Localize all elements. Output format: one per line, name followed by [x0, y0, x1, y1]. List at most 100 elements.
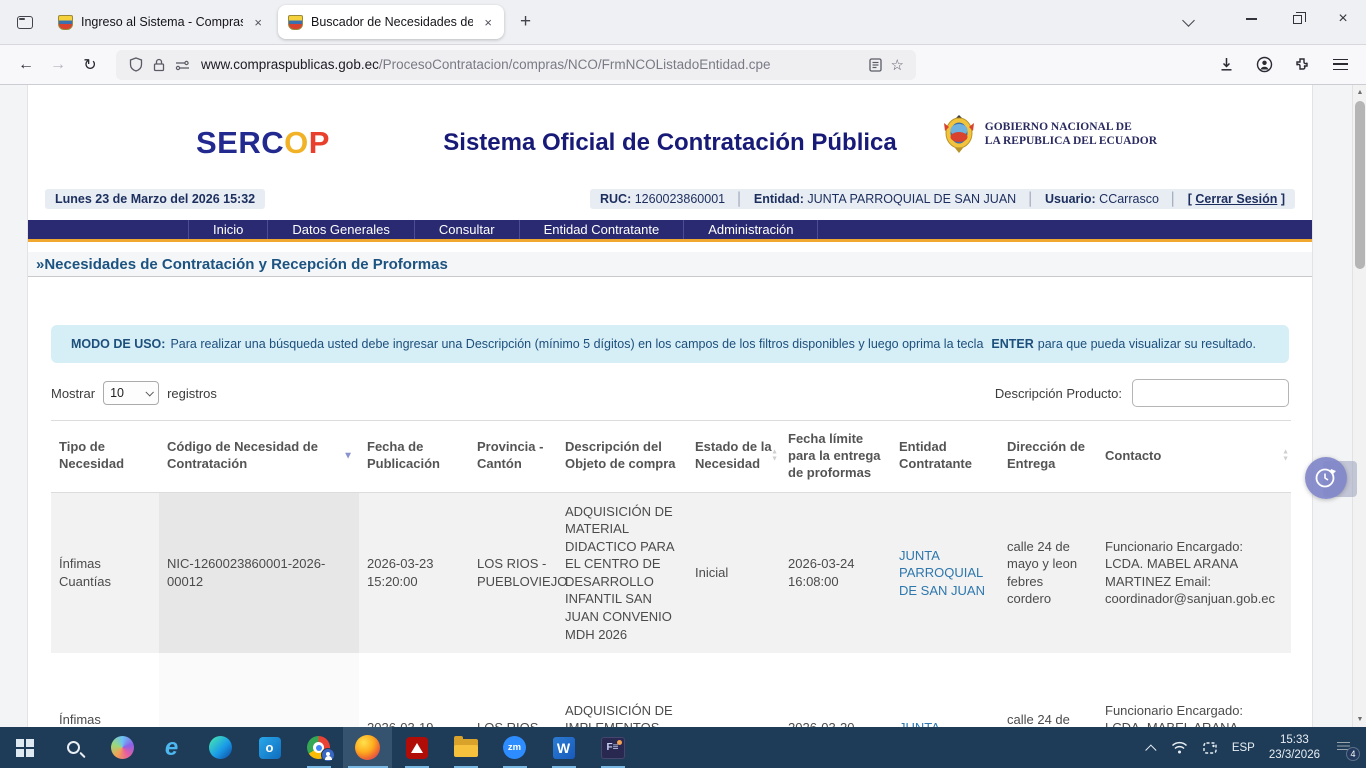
taskbar-firefox-button[interactable] — [343, 727, 392, 768]
permissions-icon[interactable] — [175, 59, 190, 71]
nav-item-administracion[interactable]: Administración — [684, 220, 818, 239]
cell-fecha-publicacion: 2026-03-19 — [359, 653, 469, 727]
firefox-view-button[interactable] — [8, 7, 42, 37]
cell-entidad: JUNTA PARROQUIAL DE SAN JUAN — [891, 492, 999, 653]
tab-close-icon[interactable]: × — [480, 14, 496, 31]
nav-item-datos-generales[interactable]: Datos Generales — [268, 220, 415, 239]
scroll-down-icon[interactable]: ▼ — [1353, 712, 1366, 727]
floating-timer-widget[interactable] — [1305, 457, 1357, 501]
col-estado-necesidad[interactable]: Estado de la Necesidad▲▼ — [687, 421, 780, 493]
product-description-input[interactable] — [1132, 379, 1289, 407]
forward-button[interactable]: → — [42, 50, 74, 80]
clock-rocket-icon[interactable] — [1305, 457, 1347, 499]
col-label: Código de Necesidad de Contratación — [167, 439, 318, 471]
col-tipo-necesidad[interactable]: Tipo de Necesidad — [51, 421, 159, 493]
url-text[interactable]: www.compraspublicas.gob.ec/ProcesoContra… — [201, 57, 864, 72]
page-scrollbar[interactable]: ▲ ▼ — [1352, 85, 1366, 727]
table-controls: Mostrar 10 registros Descripción Product… — [51, 379, 1289, 407]
taskbar-file-explorer-button[interactable] — [441, 727, 490, 768]
col-contacto[interactable]: Contacto▲▼ — [1097, 421, 1291, 493]
scrollbar-thumb[interactable] — [1355, 101, 1365, 269]
usage-enter-word: ENTER — [991, 337, 1033, 351]
taskbar-fec-app-button[interactable]: F≡ — [588, 727, 637, 768]
connect-device-icon[interactable] — [1202, 741, 1218, 755]
restore-icon — [1293, 15, 1302, 24]
session-chip: RUC: 1260023860001 │ Entidad: JUNTA PARR… — [590, 189, 1295, 209]
taskbar-word-button[interactable]: W — [539, 727, 588, 768]
browser-tab-ingreso[interactable]: Ingreso al Sistema - Compras Pú × — [48, 5, 274, 39]
taskbar-chrome-button[interactable] — [294, 727, 343, 768]
system-tray: ESP 15:33 23/3/2026 4 — [1149, 727, 1366, 768]
taskbar-outlook-button[interactable]: o — [245, 727, 294, 768]
bracket: [ — [1188, 192, 1192, 206]
fec-app-icon: F≡ — [601, 737, 625, 759]
col-descripcion-objeto[interactable]: Descripción del Objeto de compra — [557, 421, 687, 493]
sort-both-icon[interactable]: ▲▼ — [1282, 450, 1289, 463]
col-provincia-canton[interactable]: Provincia - Cantón — [469, 421, 557, 493]
shield-icon[interactable] — [129, 57, 143, 72]
page-container: SERCOP Sistema Oficial de Contratación P… — [27, 85, 1313, 727]
col-entidad-contratante[interactable]: Entidad Contratante — [891, 421, 999, 493]
entity-link[interactable]: JUNTA PARROQUIAL DE SAN JUAN — [899, 548, 985, 598]
minimize-icon — [1246, 18, 1257, 20]
window-minimize-button[interactable] — [1228, 0, 1274, 38]
table-row: Ínfimas Cuantías 2026-03-19 LOS RIOS - A… — [51, 653, 1291, 727]
ecuador-coat-of-arms-icon — [941, 113, 977, 155]
col-fecha-publicacion[interactable]: Fecha de Publicación — [359, 421, 469, 493]
sort-both-icon[interactable]: ▲▼ — [771, 450, 778, 463]
sort-desc-icon[interactable]: ▼ — [343, 450, 353, 463]
scroll-up-icon[interactable]: ▲ — [1353, 85, 1366, 100]
start-button[interactable] — [0, 727, 49, 768]
taskbar-edge-button[interactable] — [196, 727, 245, 768]
list-all-tabs-button[interactable] — [1174, 8, 1202, 36]
records-per-page-select[interactable]: 10 — [103, 381, 159, 405]
tab-close-icon[interactable]: × — [250, 14, 266, 31]
bookmark-star-icon[interactable]: ☆ — [891, 56, 904, 74]
entity-link[interactable]: JUNTA — [899, 720, 940, 727]
col-label: Estado de la Necesidad — [695, 439, 772, 471]
lock-icon[interactable] — [153, 58, 165, 72]
wifi-icon[interactable] — [1171, 741, 1188, 754]
back-button[interactable]: ← — [10, 50, 42, 80]
logout-link[interactable]: Cerrar Sesión — [1195, 192, 1277, 206]
tab-title: Buscador de Necesidades de Co — [311, 15, 473, 29]
extensions-puzzle-icon[interactable] — [1286, 50, 1318, 80]
taskbar-clock[interactable]: 15:33 23/3/2026 — [1269, 733, 1320, 762]
taskbar-copilot-button[interactable] — [98, 727, 147, 768]
app-menu-button[interactable] — [1324, 50, 1356, 80]
downloads-button[interactable] — [1210, 50, 1242, 80]
nav-item-consultar[interactable]: Consultar — [415, 220, 520, 239]
sort-desc-icon: ▼ — [1282, 456, 1289, 462]
browser-tab-buscador[interactable]: Buscador de Necesidades de Co × — [278, 5, 504, 39]
nav-item-entidad-contratante[interactable]: Entidad Contratante — [520, 220, 685, 239]
cell-estado — [687, 653, 780, 727]
table-row: Ínfimas Cuantías NIC-1260023860001-2026-… — [51, 492, 1291, 653]
window-restore-button[interactable] — [1274, 0, 1320, 38]
cell-provincia: LOS RIOS - PUEBLOVIEJO — [469, 492, 557, 653]
col-direccion-entrega[interactable]: Dirección de Entrega — [999, 421, 1097, 493]
main-navigation: Inicio Datos Generales Consultar Entidad… — [28, 220, 1312, 242]
taskbar-acrobat-button[interactable] — [392, 727, 441, 768]
cell-fecha-limite: 2026-03-20 — [780, 653, 891, 727]
internet-explorer-icon: e — [165, 736, 178, 760]
hidden-icons-chevron-icon[interactable] — [1145, 744, 1156, 755]
window-close-button[interactable]: × — [1320, 0, 1366, 38]
firefox-icon — [355, 735, 380, 760]
taskbar-search-button[interactable] — [49, 727, 98, 768]
reload-button[interactable]: ↻ — [74, 50, 106, 80]
col-fecha-limite[interactable]: Fecha límite para la entrega de proforma… — [780, 421, 891, 493]
cell-tipo: Ínfimas Cuantías — [51, 653, 159, 727]
language-indicator[interactable]: ESP — [1232, 742, 1255, 754]
taskbar-zoom-button[interactable]: zm — [490, 727, 539, 768]
usage-text: Para realizar una búsqueda usted debe in… — [170, 337, 983, 351]
page-viewport: SERCOP Sistema Oficial de Contratación P… — [0, 85, 1366, 727]
url-bar[interactable]: www.compraspublicas.gob.ec/ProcesoContra… — [116, 50, 916, 80]
notification-center-button[interactable]: 4 — [1334, 738, 1356, 758]
new-tab-button[interactable]: + — [510, 9, 541, 35]
reader-view-icon[interactable] — [869, 58, 882, 72]
col-codigo-necesidad[interactable]: Código de Necesidad de Contratación ▼ — [159, 421, 359, 493]
taskbar-internet-explorer-button[interactable]: e — [147, 727, 196, 768]
nav-item-inicio[interactable]: Inicio — [188, 220, 268, 239]
account-button[interactable] — [1248, 50, 1280, 80]
chevron-down-icon — [1182, 14, 1195, 27]
